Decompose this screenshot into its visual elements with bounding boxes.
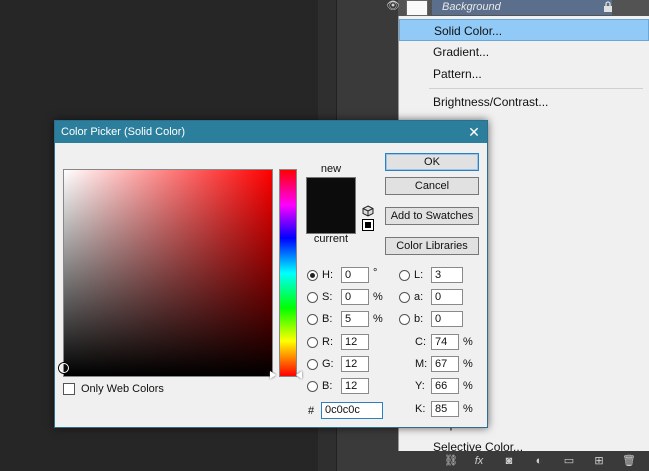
lightness-label: L: [414,269,424,281]
cyan-unit: % [463,336,473,348]
current-color-swatch[interactable] [306,205,356,234]
color-libraries-button[interactable]: Color Libraries [385,237,479,255]
color-field[interactable] [63,169,273,377]
magenta-input[interactable]: 67 [431,356,459,372]
lightness-input[interactable]: 3 [431,267,463,283]
new-layer-icon[interactable]: ⊞ [592,454,606,468]
green-label: G: [322,358,334,370]
yellow-input[interactable]: 66 [431,378,459,394]
b-channel-label: b: [414,313,424,325]
magenta-unit: % [463,358,473,370]
menu-item-pattern[interactable]: Pattern... [399,63,649,85]
hex-input[interactable]: 0c0c0c [321,402,383,419]
yellow-unit: % [463,380,473,392]
cube-warning-icon[interactable] [362,205,374,217]
a-channel-label: a: [414,291,424,303]
trash-icon[interactable]: 🗑 [622,454,636,468]
saturation-unit: % [373,291,383,303]
hue-input[interactable]: 0 [341,267,369,283]
hex-label: # [308,405,315,417]
color-picker-dialog: Color Picker (Solid Color) ✕ new current… [54,120,488,428]
hue-slider-handle-right[interactable] [296,371,302,379]
dialog-title: Color Picker (Solid Color) [61,126,186,138]
group-folder-icon[interactable]: ▭ [562,454,576,468]
red-label: R: [322,336,333,348]
fx-icon[interactable]: fx [472,454,486,468]
radio-saturation[interactable] [307,292,318,303]
layer-name[interactable]: Background [432,0,612,15]
only-web-colors-checkbox[interactable] [63,383,75,395]
yellow-label: Y: [415,380,425,392]
brightness-label: B: [322,313,333,325]
new-color-swatch [306,177,356,207]
b-channel-input[interactable]: 0 [431,311,463,327]
close-icon[interactable]: ✕ [465,123,483,141]
adjustment-layer-icon[interactable]: ◐ [532,454,546,468]
radio-a-channel[interactable] [399,292,410,303]
menu-item-brightness-contrast[interactable]: Brightness/Contrast... [399,91,649,113]
layer-thumbnail [406,0,428,16]
add-mask-icon[interactable]: ◙ [502,454,516,468]
black-unit: % [463,403,473,415]
a-channel-input[interactable]: 0 [431,289,463,305]
blue-label: B: [322,380,333,392]
hue-slider-handle-left[interactable] [270,371,276,379]
add-to-swatches-button[interactable]: Add to Swatches [385,207,479,225]
lock-icon [603,1,613,12]
black-input[interactable]: 85 [431,401,459,417]
red-input[interactable]: 12 [341,334,369,350]
eye-icon[interactable]: 👁 [386,0,400,12]
radio-brightness[interactable] [307,314,318,325]
brightness-input[interactable]: 5 [341,311,369,327]
magenta-label: M: [415,358,428,370]
brightness-unit: % [373,313,383,325]
websafe-square-icon[interactable] [362,219,374,231]
hue-slider[interactable] [279,169,297,377]
hue-unit: ° [373,267,378,279]
cyan-label: C: [415,336,426,348]
link-layers-icon[interactable]: ⛓ [444,454,458,468]
new-color-label: new [320,163,342,175]
radio-hue[interactable] [307,270,318,281]
radio-lightness[interactable] [399,270,410,281]
cyan-input[interactable]: 74 [431,334,459,350]
hue-label: H: [322,269,333,281]
black-label: K: [415,403,426,415]
dialog-title-bar[interactable]: Color Picker (Solid Color) [55,121,487,143]
menu-item-solid-color[interactable]: Solid Color... [399,19,649,41]
only-web-colors-label: Only Web Colors [81,383,164,395]
green-input[interactable]: 12 [341,356,369,372]
menu-separator [429,88,643,89]
radio-b-channel[interactable] [399,314,410,325]
cancel-button[interactable]: Cancel [385,177,479,195]
radio-red[interactable] [307,337,318,348]
current-color-label: current [313,233,349,245]
radio-green[interactable] [307,359,318,370]
blue-input[interactable]: 12 [341,378,369,394]
ok-button[interactable]: OK [385,153,479,171]
saturation-input[interactable]: 0 [341,289,369,305]
menu-item-gradient[interactable]: Gradient... [399,41,649,63]
color-field-marker[interactable] [59,363,69,373]
layers-bottom-toolbar: ⛓ fx ◙ ◐ ▭ ⊞ 🗑 [398,451,649,471]
saturation-label: S: [322,291,333,303]
radio-blue[interactable] [307,381,318,392]
